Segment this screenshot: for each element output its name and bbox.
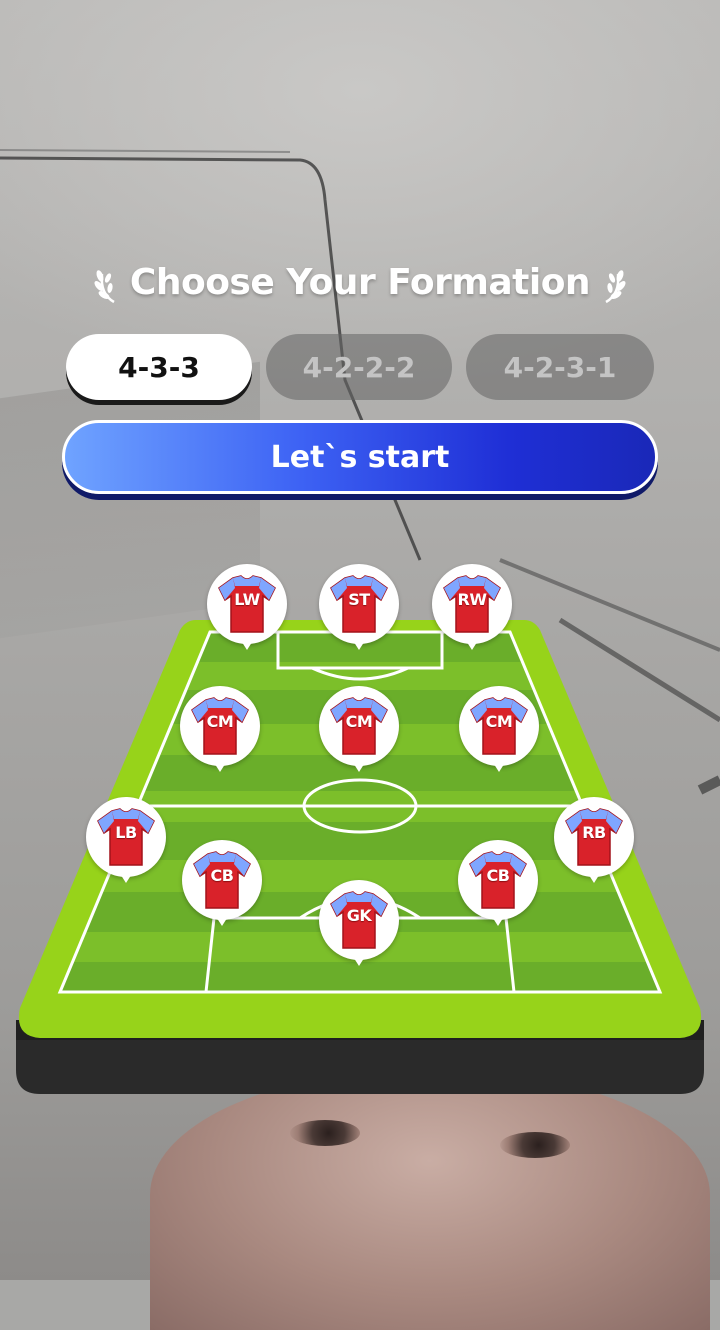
laurel-right-icon [605, 270, 626, 304]
player-marker-lw[interactable]: LW [207, 564, 287, 656]
marker-pointer [350, 952, 368, 966]
marker-pointer [463, 636, 481, 650]
marker-pointer [585, 869, 603, 883]
title-text: Choose Your Formation [129, 262, 591, 303]
player-marker-cm-right[interactable]: CM [459, 686, 539, 778]
player-marker-cm-center[interactable]: CM [319, 686, 399, 778]
player-marker-st[interactable]: ST [319, 564, 399, 656]
tab-formation-4-3-3[interactable]: 4-3-3 [66, 334, 252, 400]
marker-pointer [238, 636, 256, 650]
position-label: ST [348, 590, 370, 609]
marker-pointer [350, 758, 368, 772]
marker-pointer [489, 912, 507, 926]
position-label: CM [206, 712, 234, 731]
position-label: LW [234, 590, 260, 609]
player-marker-rb[interactable]: RB [554, 797, 634, 889]
marker-pointer [213, 912, 231, 926]
tab-formation-4-2-2-2[interactable]: 4-2-2-2 [266, 334, 452, 400]
tab-formation-4-2-3-1[interactable]: 4-2-3-1 [466, 334, 654, 400]
position-label: CM [345, 712, 373, 731]
player-marker-cb-right[interactable]: CB [458, 840, 538, 932]
left-eye [290, 1120, 360, 1146]
marker-pointer [350, 636, 368, 650]
player-marker-gk[interactable]: GK [319, 880, 399, 972]
laurel-left-icon [94, 270, 115, 304]
page-title: Choose Your Formation [0, 262, 720, 304]
player-marker-lb[interactable]: LB [86, 797, 166, 889]
marker-pointer [117, 869, 135, 883]
marker-pointer [490, 758, 508, 772]
player-marker-rw[interactable]: RW [432, 564, 512, 656]
position-label: CM [485, 712, 513, 731]
position-label: GK [346, 906, 372, 925]
position-label: CB [486, 866, 510, 885]
position-label: CB [210, 866, 234, 885]
start-button[interactable]: Let`s start [62, 420, 658, 494]
player-marker-cm-left[interactable]: CM [180, 686, 260, 778]
right-eye [500, 1132, 570, 1158]
person-face [150, 1070, 710, 1330]
marker-pointer [211, 758, 229, 772]
position-label: RW [457, 590, 487, 609]
position-label: RB [582, 823, 606, 842]
player-marker-cb-left[interactable]: CB [182, 840, 262, 932]
position-label: LB [115, 823, 137, 842]
